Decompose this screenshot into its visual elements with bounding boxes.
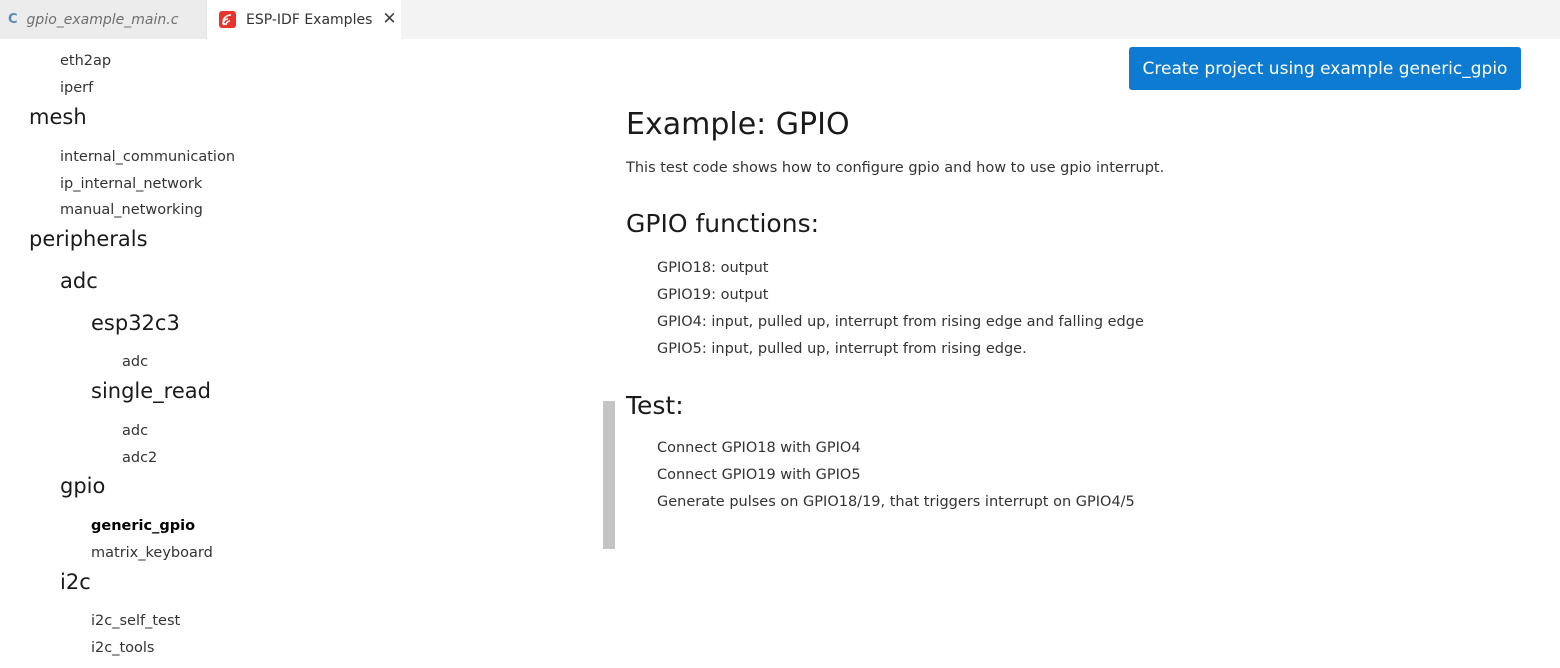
tree-heading-esp32c3: esp32c3 <box>91 311 180 335</box>
tree-heading-mesh: mesh <box>29 105 87 129</box>
tab-label: ESP-IDF Examples <box>246 11 373 28</box>
tree-heading-adc: adc <box>60 269 98 293</box>
tree-item-adc-single-read[interactable]: adc <box>122 423 148 439</box>
tree-heading-peripherals: peripherals <box>29 227 148 251</box>
tab-esp-idf-examples[interactable]: ESP-IDF Examples ✕ <box>207 0 401 39</box>
tab-gpio-example-main[interactable]: C gpio_example_main.c <box>0 0 207 39</box>
editor-tab-bar: C gpio_example_main.c ESP-IDF Examples ✕ <box>0 0 1560 39</box>
example-description: This test code shows how to configure gp… <box>626 160 1165 176</box>
tree-heading-i2c: i2c <box>60 570 91 594</box>
example-readme-panel: Create project using example generic_gpi… <box>600 39 1560 668</box>
tree-item-adc2[interactable]: adc2 <box>122 450 157 466</box>
tree-item-adc-esp32c3[interactable]: adc <box>122 354 148 370</box>
tree-item-internal-communication[interactable]: internal_communication <box>60 149 235 165</box>
gpio-functions-heading: GPIO functions: <box>626 209 820 238</box>
list-item: Connect GPIO19 with GPIO5 <box>657 467 861 483</box>
test-heading: Test: <box>626 391 684 420</box>
tree-item-matrix-keyboard[interactable]: matrix_keyboard <box>91 545 213 561</box>
tab-label: gpio_example_main.c <box>26 11 179 28</box>
tree-item-iperf[interactable]: iperf <box>60 80 93 96</box>
page-title: Example: GPIO <box>626 107 850 142</box>
tree-heading-single-read: single_read <box>91 379 211 403</box>
list-item: GPIO18: output <box>657 260 769 276</box>
tree-item-eth2ap[interactable]: eth2ap <box>60 53 111 69</box>
c-file-icon: C <box>8 12 18 27</box>
list-item: Generate pulses on GPIO18/19, that trigg… <box>657 494 1135 510</box>
examples-tree: eth2ap iperf mesh internal_communication… <box>0 39 560 668</box>
tree-item-ip-internal-network[interactable]: ip_internal_network <box>60 176 202 192</box>
close-icon[interactable]: ✕ <box>382 11 396 28</box>
tree-heading-gpio: gpio <box>60 474 106 498</box>
create-project-button[interactable]: Create project using example generic_gpi… <box>1129 47 1521 90</box>
tree-item-i2c-tools[interactable]: i2c_tools <box>91 640 155 656</box>
tree-item-generic-gpio[interactable]: generic_gpio <box>91 518 195 534</box>
section-marker-bar <box>603 401 615 549</box>
list-item: GPIO4: input, pulled up, interrupt from … <box>657 314 1144 330</box>
tree-item-manual-networking[interactable]: manual_networking <box>60 202 203 218</box>
list-item: Connect GPIO18 with GPIO4 <box>657 440 861 456</box>
list-item: GPIO5: input, pulled up, interrupt from … <box>657 341 1027 357</box>
tree-item-i2c-self-test[interactable]: i2c_self_test <box>91 613 180 629</box>
list-item: GPIO19: output <box>657 287 769 303</box>
espressif-icon <box>219 11 236 28</box>
